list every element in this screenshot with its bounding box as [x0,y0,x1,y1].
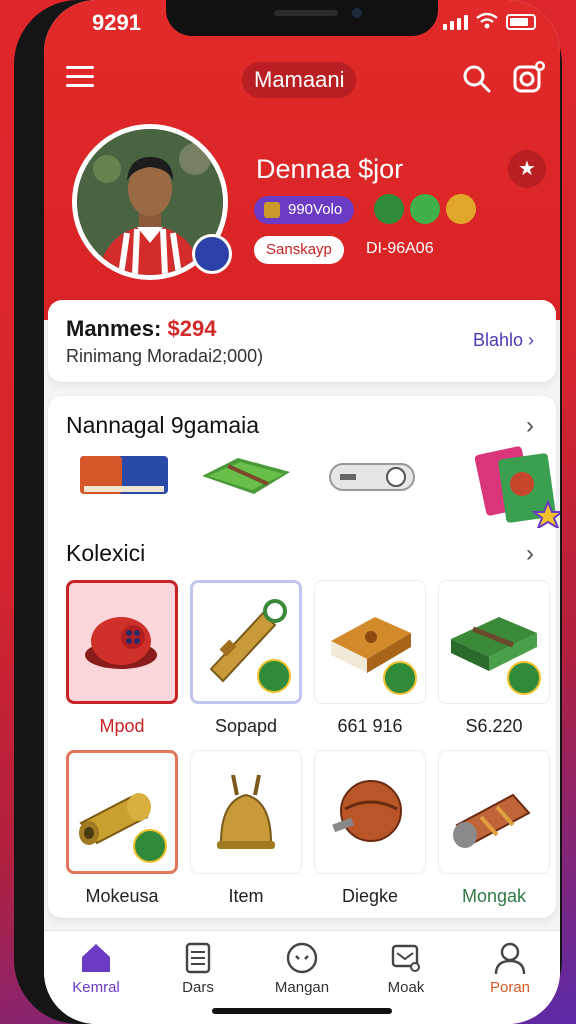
nav-label: Poran [489,979,531,996]
achievement-badges [374,194,476,224]
camera-icon[interactable] [512,60,546,94]
collection-item-label: Mpod [99,716,145,736]
collection-tile[interactable] [438,580,550,704]
corner-badge-icon [257,659,291,693]
badge-icon [374,194,404,224]
favorite-star-icon[interactable]: ★ [508,150,546,188]
nav-item-cards[interactable]: Dars [148,941,248,996]
wifi-icon [476,12,498,29]
battery-icon [506,14,536,30]
document-icon [185,942,211,974]
corner-badge-icon [507,661,541,695]
collection-tile[interactable] [314,580,426,704]
status-code: DI-96A06 [366,240,434,257]
bell-icon [217,774,275,849]
collection-tile[interactable] [66,580,178,704]
content-card: Nannagal 9gamaia › Kolexici › Mpod Sopap… [48,396,560,918]
profile-name: Dennaa $jor [256,154,404,184]
nav-item-moak[interactable]: Moak [356,941,456,996]
signal-icon [443,15,468,30]
cash-bundle-icon[interactable] [198,452,294,500]
promo-title: Nannagal 9gamaia [66,412,260,438]
nav-label: Moak [387,979,425,996]
collection-tile[interactable] [66,750,178,874]
chevron-right-icon: › [528,330,534,350]
search-icon[interactable] [462,64,492,94]
nav-label: Dars [182,979,214,996]
collection-item-label: Sopapd [214,716,278,736]
menu-button[interactable] [66,66,94,90]
trading-cards-icon[interactable] [466,432,560,528]
corner-badge-icon [383,661,417,695]
collection-tile[interactable] [190,580,302,704]
notch [166,0,438,36]
player-id-pill: 990Volo [254,196,355,224]
leather-ball-icon [332,780,402,842]
user-icon [494,942,526,975]
balance-card[interactable]: Manmes: $294 Rinimang Moradai2;000) Blah… [48,300,556,382]
wallet-icon[interactable] [76,448,172,500]
balance-amount: $294 [167,316,217,341]
gamepad-icon[interactable] [328,458,416,494]
club-badge-icon [192,234,232,274]
status-icons [443,12,536,30]
status-time: 9291 [92,10,141,35]
profile-header: 9291 Mamaani Dennaa $jor ★ 990Volo Sansk… [44,0,560,320]
collection-item-label: 661 916 [337,716,403,736]
badge-icon [446,194,476,224]
home-icon [82,944,110,972]
button-cap-icon [85,617,157,669]
balance-label: Manmes: $294 [66,316,217,341]
collection-item-label: Diegke [341,886,399,906]
balance-link[interactable]: Blahlo › [473,330,534,351]
player-id-text: 990Volo [288,201,343,218]
status-pill[interactable]: Sanskayp [254,236,344,264]
copper-cylinder-icon [453,793,531,848]
corner-badge-icon [133,829,167,863]
home-indicator[interactable] [212,1008,392,1014]
app-title: Mamaani [242,62,357,98]
coin-icon [264,202,280,218]
nav-item-mangan[interactable]: Mangan [252,941,352,996]
collection-tile[interactable] [190,750,302,874]
smile-icon [286,942,318,974]
collection-chevron-icon[interactable]: › [526,540,534,568]
collection-tile[interactable] [438,750,550,874]
badge-icon [410,194,440,224]
collection-item-label: Mongak [461,886,527,906]
collection-item-label: Mokeusa [85,886,159,906]
balance-subtitle: Rinimang Moradai2;000) [66,346,264,366]
collection-title: Kolexici [66,540,146,566]
collection-item-label: S6.220 [465,716,523,736]
collection-item-label: Item [228,886,264,906]
app-screen: 9291 Mamaani Dennaa $jor ★ 990Volo Sansk… [44,0,560,1024]
nav-item-home[interactable]: Kemral [46,941,146,996]
nav-label: Kemral [72,979,120,996]
nav-item-profile[interactable]: Poran [460,941,560,996]
top-bar: Mamaani [44,56,560,104]
mail-search-icon [391,944,420,972]
collection-tile[interactable] [314,750,426,874]
promo-row [76,446,560,528]
nav-label: Mangan [274,979,330,996]
